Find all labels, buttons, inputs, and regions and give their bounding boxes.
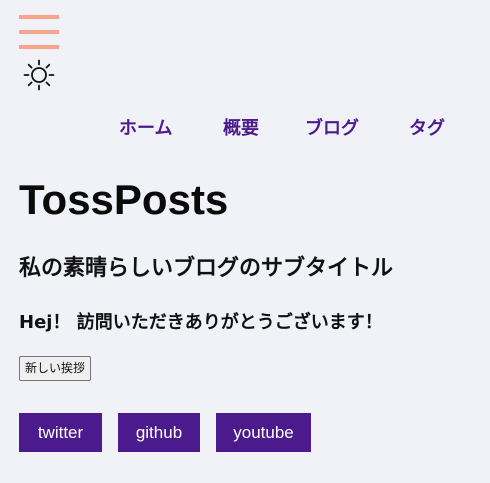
- greeting-text: Hej！ 訪問いただきありがとうございます！: [19, 312, 383, 333]
- sun-icon[interactable]: [23, 59, 55, 91]
- nav-item-tags[interactable]: タグ: [409, 114, 445, 140]
- page: ホーム 概要 ブログ タグ TossPosts 私の素晴らしいブログのサブタイト…: [0, 0, 490, 483]
- menu-bar-top: [19, 15, 59, 19]
- nav-item-home[interactable]: ホーム: [119, 114, 172, 140]
- menu-bar-middle: [19, 30, 59, 34]
- nav-item-about[interactable]: 概要: [223, 114, 259, 140]
- main-nav: ホーム 概要 ブログ タグ: [0, 114, 490, 140]
- sun-icon-graphic: [23, 59, 55, 91]
- twitter-link[interactable]: twitter: [19, 413, 102, 452]
- nav-item-blog[interactable]: ブログ: [305, 114, 359, 140]
- menu-bar-bottom: [19, 45, 59, 49]
- hamburger-menu-icon[interactable]: [19, 15, 59, 49]
- github-link[interactable]: github: [118, 413, 200, 452]
- site-title: TossPosts: [19, 176, 229, 223]
- new-greeting-button[interactable]: 新しい挨拶: [19, 356, 92, 381]
- site-subtitle: 私の素晴らしいブログのサブタイトル: [19, 256, 394, 281]
- youtube-link[interactable]: youtube: [216, 413, 311, 452]
